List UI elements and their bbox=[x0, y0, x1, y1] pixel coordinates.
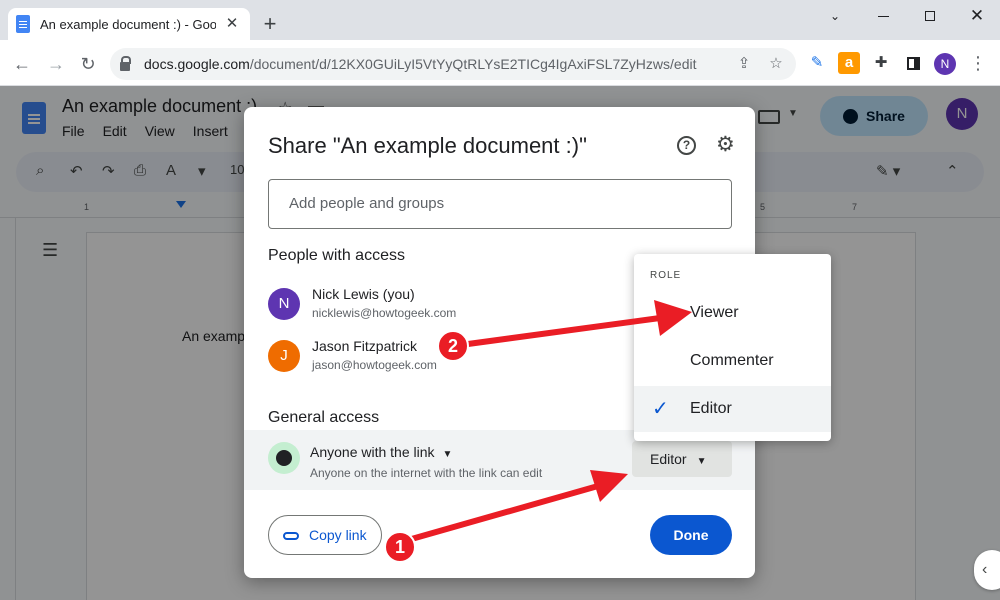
chevron-down-icon: ▼ bbox=[442, 449, 453, 460]
lock-icon bbox=[120, 55, 131, 71]
annotation-badge-1: 1 bbox=[384, 531, 416, 563]
annotation-badge-2: 2 bbox=[437, 330, 469, 362]
role-option-viewer[interactable]: Viewer bbox=[634, 290, 831, 336]
help-icon[interactable]: ? bbox=[677, 136, 696, 155]
new-tab-button[interactable]: + bbox=[258, 12, 282, 36]
tab-close-icon[interactable]: ✕ bbox=[222, 14, 242, 34]
people-with-access-heading: People with access bbox=[268, 247, 405, 264]
maximize-button[interactable] bbox=[907, 0, 953, 32]
tab-title: An example document :) - Goog bbox=[40, 16, 216, 32]
browser-menu-icon[interactable]: ⋮ bbox=[968, 52, 988, 74]
share-page-icon[interactable]: ⇪ bbox=[734, 54, 754, 74]
person-email: nicklewis@howtogeek.com bbox=[312, 306, 457, 320]
person-name: Nick Lewis (you) bbox=[312, 286, 415, 302]
role-menu-heading: ROLE bbox=[650, 270, 682, 281]
docs-favicon-icon bbox=[16, 15, 30, 33]
side-panel-chevron-icon[interactable]: ‹ bbox=[974, 550, 1000, 590]
gear-icon[interactable]: ⚙ bbox=[716, 132, 735, 157]
role-select[interactable]: Editor ▼ bbox=[632, 441, 732, 477]
avatar: J bbox=[268, 340, 300, 372]
forward-icon[interactable]: → bbox=[42, 50, 70, 78]
back-icon[interactable]: ← bbox=[8, 50, 36, 78]
share-dialog-title: Share "An example document :)" bbox=[268, 133, 587, 158]
side-panel-icon[interactable] bbox=[902, 52, 924, 74]
extension-amazon-icon[interactable]: a bbox=[838, 52, 860, 74]
general-access-description: Anyone on the internet with the link can… bbox=[310, 466, 543, 480]
extension-feather-icon[interactable]: ✎ bbox=[806, 52, 828, 74]
chevron-down-icon: ▼ bbox=[696, 456, 707, 467]
person-email: jason@howtogeek.com bbox=[312, 358, 437, 372]
done-button[interactable]: Done bbox=[650, 515, 732, 555]
browser-toolbar: ← → ↻ docs.google.com/document/d/12KX0GU… bbox=[0, 40, 1000, 86]
browser-profile-avatar[interactable]: N bbox=[934, 53, 956, 75]
add-people-input[interactable]: Add people and groups bbox=[268, 179, 732, 229]
bookmark-star-icon[interactable]: ☆ bbox=[766, 54, 786, 74]
minimize-button[interactable] bbox=[860, 0, 906, 32]
extensions-puzzle-icon[interactable]: ✚ bbox=[870, 52, 892, 74]
avatar: N bbox=[268, 288, 300, 320]
general-access-select[interactable]: Anyone with the link ▼ bbox=[310, 444, 452, 460]
globe-icon bbox=[268, 442, 300, 474]
copy-link-button[interactable]: Copy link bbox=[268, 515, 382, 555]
link-icon bbox=[283, 532, 299, 541]
url-text: docs.google.com/document/d/12KX0GUiLyI5V… bbox=[144, 56, 697, 72]
tab-search-chevron-icon[interactable]: ⌄ bbox=[812, 0, 858, 32]
address-bar[interactable]: docs.google.com/document/d/12KX0GUiLyI5V… bbox=[110, 48, 796, 80]
browser-tab[interactable]: An example document :) - Goog ✕ bbox=[8, 8, 250, 40]
person-row: N Nick Lewis (you) nicklewis@howtogeek.c… bbox=[268, 284, 648, 324]
checkmark-icon: ✓ bbox=[652, 398, 669, 420]
close-window-button[interactable]: ✕ bbox=[954, 0, 1000, 32]
person-name: Jason Fitzpatrick bbox=[312, 338, 418, 354]
role-option-commenter[interactable]: Commenter bbox=[634, 338, 831, 384]
reload-icon[interactable]: ↻ bbox=[74, 50, 102, 78]
browser-tabstrip: An example document :) - Goog ✕ + ⌄ ✕ bbox=[0, 0, 1000, 40]
role-option-editor[interactable]: ✓ Editor bbox=[634, 386, 831, 432]
general-access-heading: General access bbox=[268, 409, 380, 426]
role-menu: ROLE Viewer Commenter ✓ Editor bbox=[634, 254, 831, 441]
